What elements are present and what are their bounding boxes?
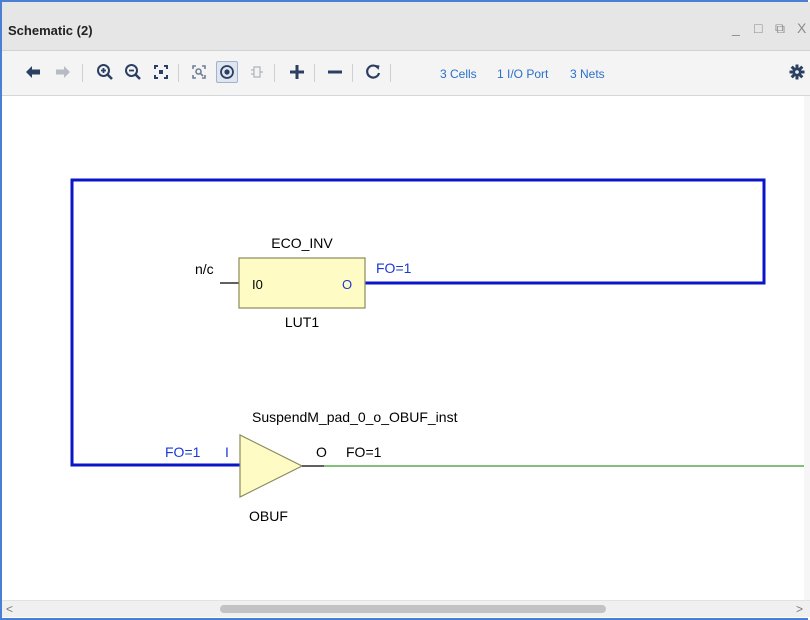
scroll-right-arrow[interactable]: > — [796, 603, 803, 615]
lut-output-pin: O — [342, 277, 352, 292]
toolbar-separator — [352, 64, 353, 82]
back-arrow-icon[interactable] — [22, 61, 44, 83]
obuf-input-fanout-label: FO=1 — [165, 444, 201, 460]
zoom-in-icon[interactable] — [94, 61, 116, 83]
zoom-out-icon[interactable] — [122, 61, 144, 83]
add-icon[interactable] — [286, 61, 308, 83]
io-ports-count-link[interactable]: 1 I/O Port — [497, 67, 548, 81]
toolbar-separator — [82, 64, 83, 82]
nets-count-link[interactable]: 3 Nets — [570, 67, 605, 81]
lut-unconnected-label: n/c — [195, 261, 214, 277]
obuf-input-pin: I — [225, 444, 229, 460]
lut-fanout-label: FO=1 — [376, 260, 412, 276]
schematic-toolbar — [2, 51, 810, 96]
toolbar-separator — [178, 64, 179, 82]
expand-icon[interactable] — [246, 61, 268, 83]
restore-button[interactable]: ⧉ — [775, 21, 785, 35]
window-titlebar: Schematic (2) _ □ ⧉ X — [2, 2, 810, 51]
horizontal-scrollbar[interactable]: < > — [2, 600, 810, 617]
maximize-button[interactable]: □ — [754, 21, 762, 35]
forward-arrow-icon[interactable] — [52, 61, 74, 83]
lut-input-pin: I0 — [252, 277, 263, 292]
scrollbar-thumb[interactable] — [220, 605, 606, 613]
zoom-area-icon[interactable] — [188, 61, 210, 83]
close-button[interactable]: X — [797, 21, 806, 35]
remove-icon[interactable] — [324, 61, 346, 83]
obuf-cell-type: OBUF — [249, 508, 288, 524]
schematic-canvas[interactable]: ECO_INV LUT1 n/c I0 O FO=1 SuspendM_pad_… — [2, 96, 810, 600]
toolbar-separator — [274, 64, 275, 82]
scroll-left-arrow[interactable]: < — [6, 603, 13, 615]
lut-cell-type: LUT1 — [285, 314, 319, 330]
gear-icon[interactable] — [786, 61, 808, 83]
minimize-button[interactable]: _ — [732, 21, 740, 35]
cells-count-link[interactable]: 3 Cells — [440, 67, 477, 81]
window-title: Schematic (2) — [8, 23, 93, 38]
obuf-output-pin: O — [316, 444, 327, 460]
lut-instance-name: ECO_INV — [271, 235, 333, 251]
vertical-scrollbar[interactable] — [804, 96, 810, 600]
select-mode-icon[interactable] — [216, 61, 238, 83]
obuf-instance-name: SuspendM_pad_0_o_OBUF_inst — [252, 409, 458, 425]
toolbar-separator — [390, 64, 391, 82]
schematic-drawing: ECO_INV LUT1 n/c I0 O FO=1 SuspendM_pad_… — [70, 178, 810, 524]
zoom-fit-icon[interactable] — [150, 61, 172, 83]
obuf-output-fanout-label: FO=1 — [346, 444, 382, 460]
obuf-cell[interactable] — [239, 434, 304, 498]
toolbar-separator — [314, 64, 315, 82]
refresh-icon[interactable] — [362, 61, 384, 83]
